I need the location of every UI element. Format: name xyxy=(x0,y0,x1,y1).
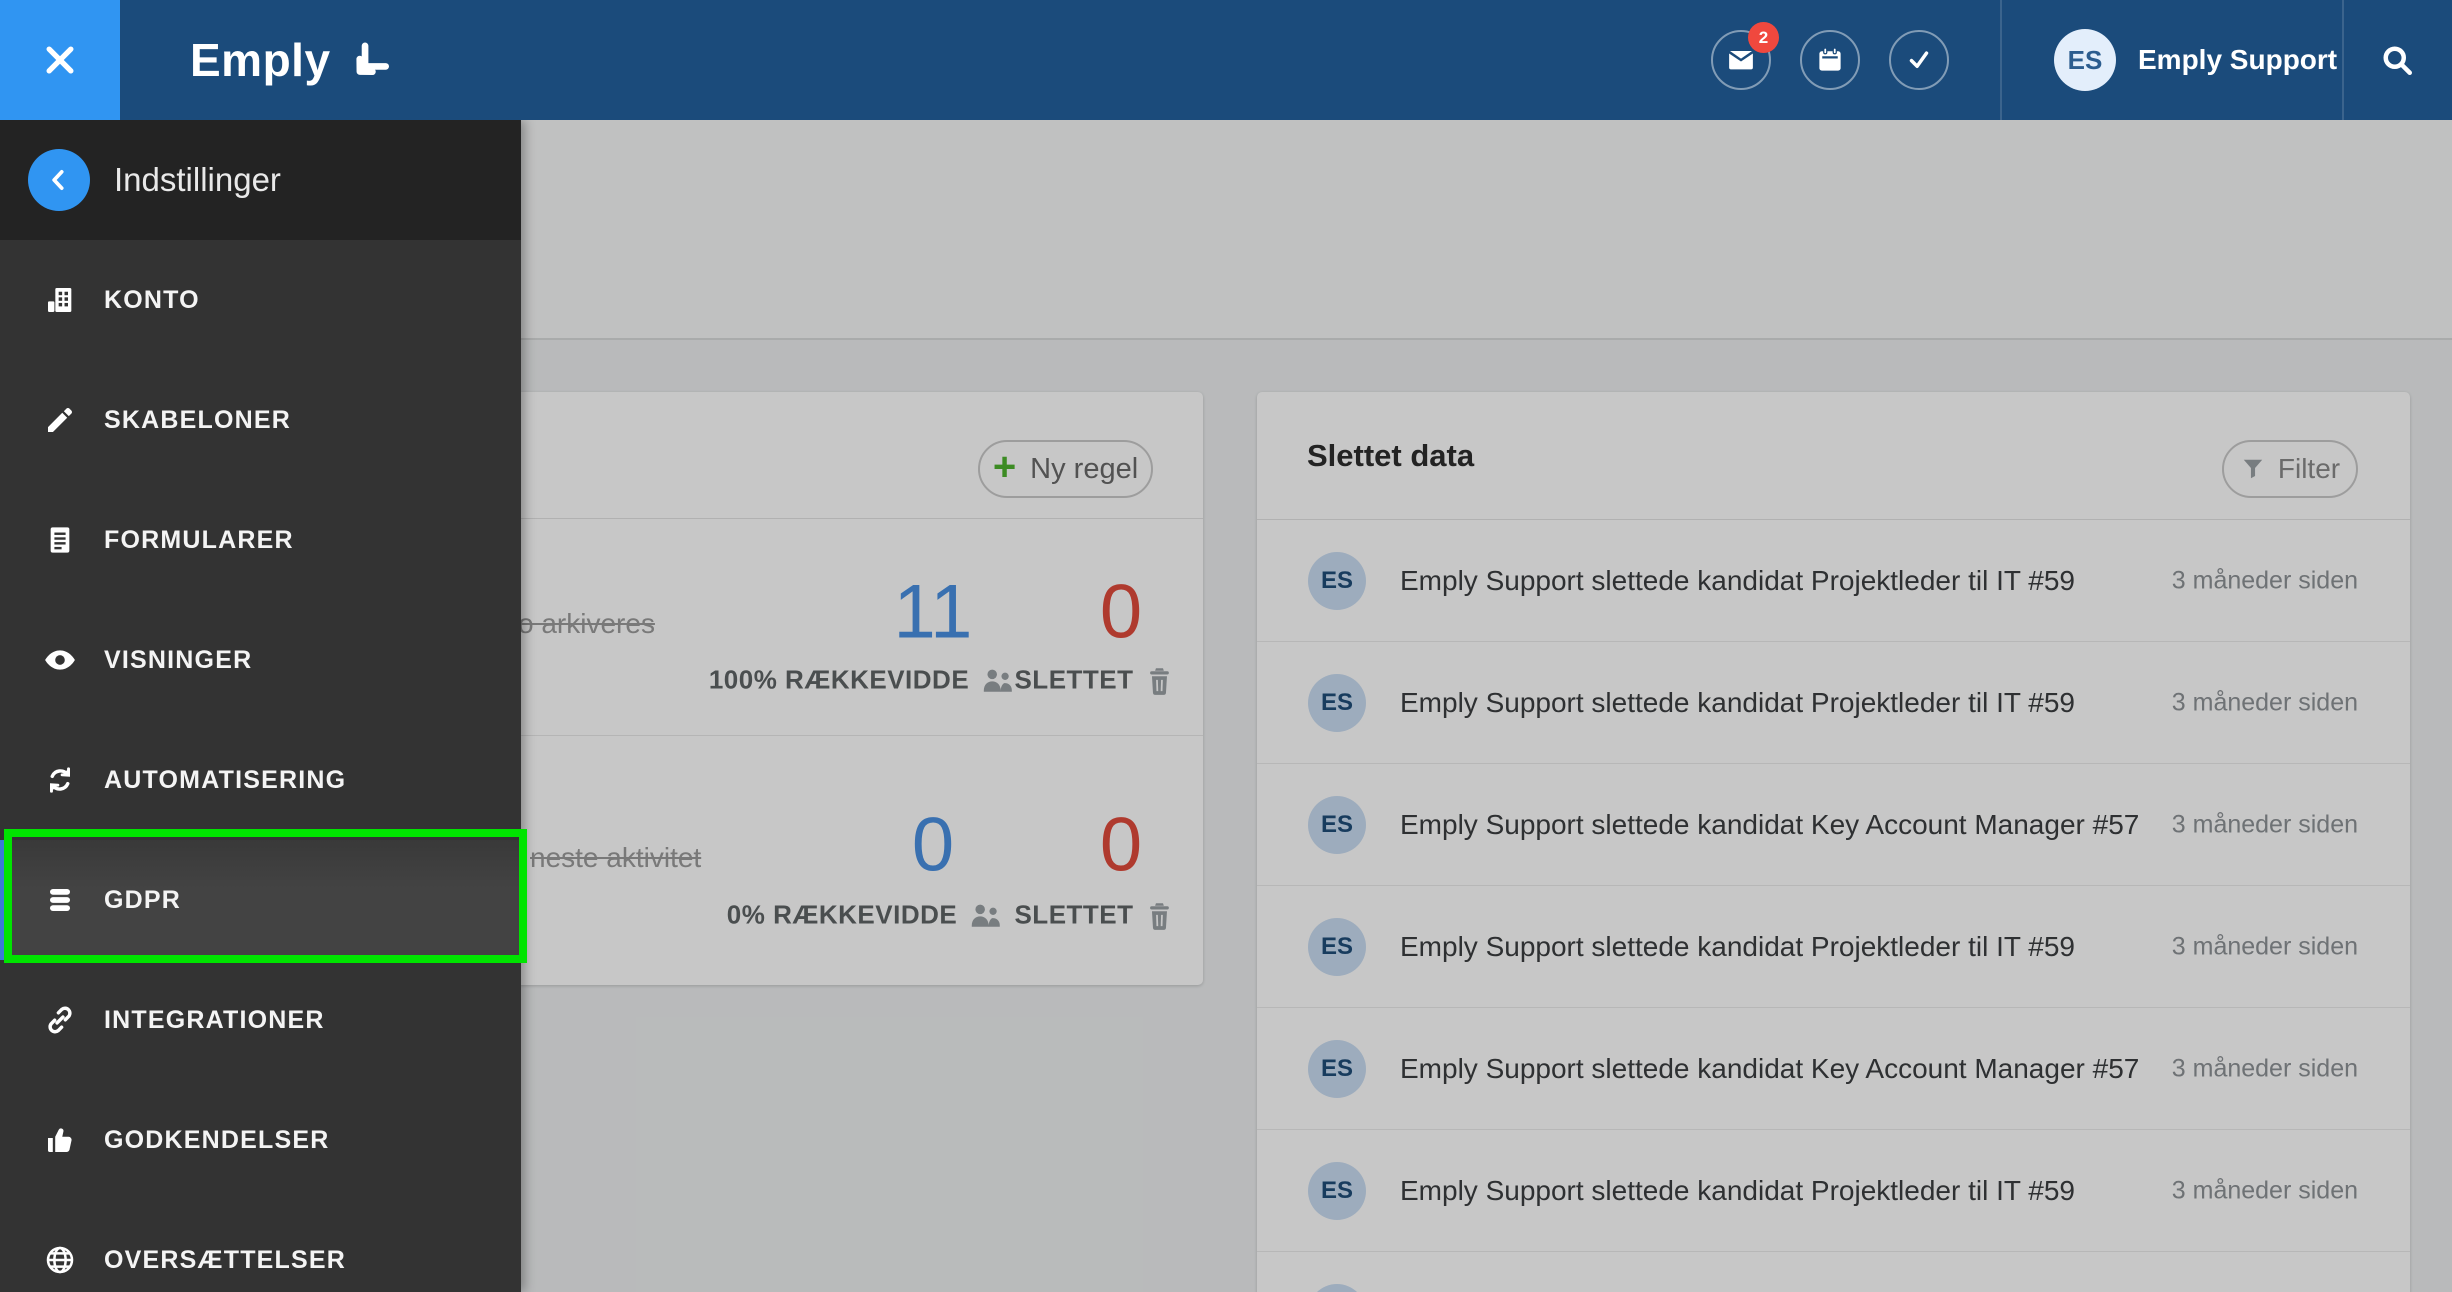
logo-text: Emply xyxy=(190,34,331,86)
settings-sidebar: Indstillinger KONTO SKABELONER FORMULARE… xyxy=(0,120,521,1292)
mail-icon xyxy=(1729,51,1753,70)
app-logo[interactable]: Emply xyxy=(190,0,393,120)
link-icon xyxy=(42,1004,78,1036)
globe-icon xyxy=(42,1244,78,1276)
sidebar-title: Indstillinger xyxy=(114,161,281,198)
mail-button[interactable]: 2 xyxy=(1711,22,1779,90)
sidebar-item-formularer[interactable]: FORMULARER xyxy=(0,480,521,600)
search-icon xyxy=(2383,46,2412,75)
sidebar-item-visninger[interactable]: VISNINGER xyxy=(0,600,521,720)
sidebar-item-integrationer[interactable]: INTEGRATIONER xyxy=(0,960,521,1080)
thumbs-up-icon xyxy=(42,1124,78,1156)
avatar: ES xyxy=(2054,29,2116,91)
calendar-button[interactable] xyxy=(1800,30,1860,90)
calendar-icon xyxy=(1819,47,1841,71)
logo-glyph xyxy=(355,42,389,76)
sync-icon xyxy=(42,764,78,796)
tasks-button[interactable] xyxy=(1889,30,1949,90)
building-icon xyxy=(42,284,78,316)
topbar: Emply 2 ES Emply Support xyxy=(0,0,2452,120)
sidebar-item-oversaettelser[interactable]: OVERSÆTTELSER xyxy=(0,1200,521,1292)
close-icon xyxy=(46,46,74,74)
sidebar-item-konto[interactable]: KONTO xyxy=(0,240,521,360)
database-icon xyxy=(42,884,78,916)
close-menu-button[interactable] xyxy=(0,0,120,120)
back-icon xyxy=(52,170,64,190)
app-window: + Ny regel o arkiveres 11 100% RÆKKEVIDD… xyxy=(0,0,2452,1292)
user-profile-button[interactable]: ES Emply Support xyxy=(2001,0,2342,120)
check-icon xyxy=(1909,51,1929,68)
sidebar-item-gdpr[interactable]: GDPR xyxy=(0,840,521,960)
form-icon xyxy=(42,524,78,556)
sidebar-item-godkendelser[interactable]: GODKENDELSER xyxy=(0,1080,521,1200)
sidebar-header: Indstillinger xyxy=(0,120,521,240)
sidebar-item-automatisering[interactable]: AUTOMATISERING xyxy=(0,720,521,840)
eye-icon xyxy=(42,643,78,677)
modal-dim-overlay xyxy=(521,120,2452,1292)
sidebar-item-skabeloner[interactable]: SKABELONER xyxy=(0,360,521,480)
back-button[interactable] xyxy=(28,149,90,211)
user-name: Emply Support xyxy=(2138,44,2338,75)
mail-badge: 2 xyxy=(1748,22,1779,53)
pencil-icon xyxy=(42,404,78,436)
search-button[interactable] xyxy=(2342,0,2452,120)
